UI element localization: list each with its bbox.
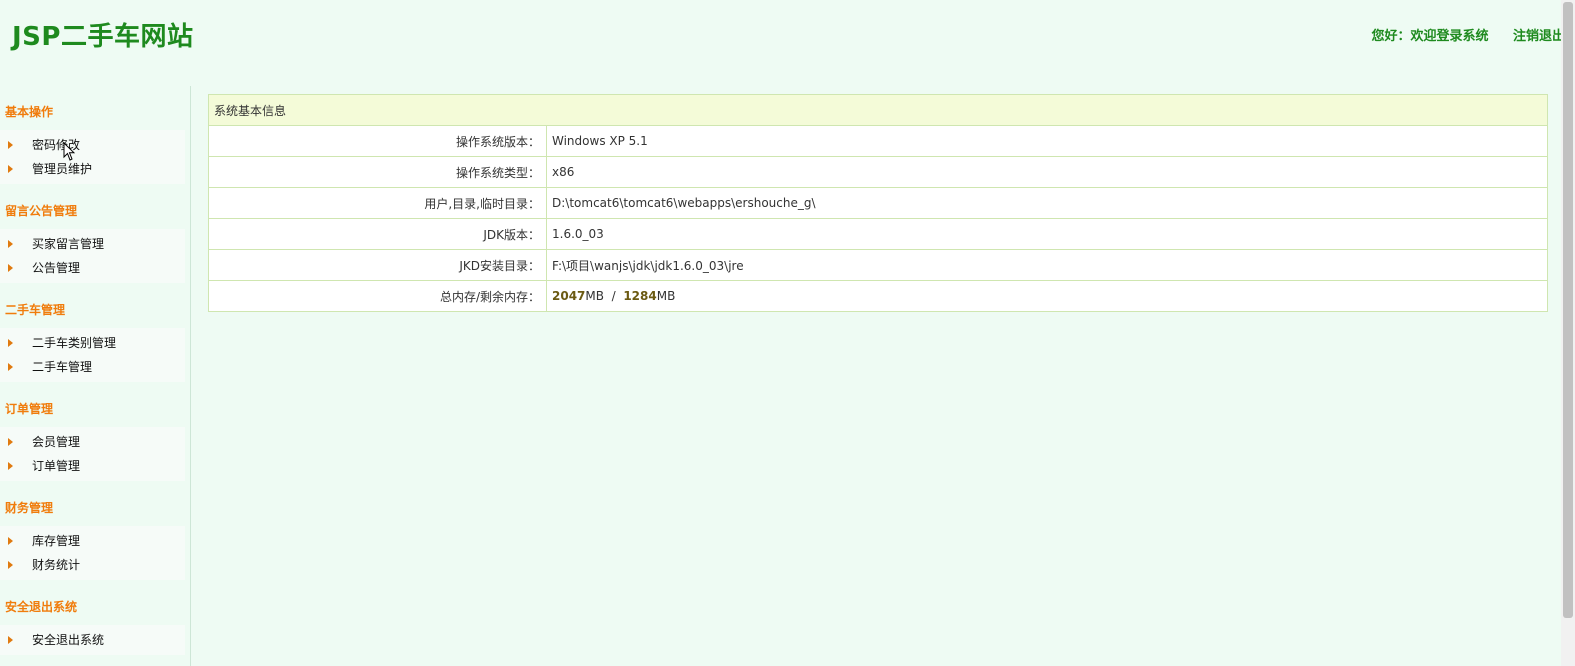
arrow-right-icon [8,561,13,569]
table-row-memory: 总内存/剩余内存： 2047MB / 1284MB [208,280,1548,312]
sidebar: 基本操作 密码修改 管理员维护 留言公告管理 买家留言管理 公告管理 二手车管理… [0,86,191,666]
site-title: JSP二手车网站 [12,22,194,52]
row-key: 操作系统类型： [208,156,547,188]
arrow-right-icon [8,438,13,446]
row-key: JKD安装目录： [208,249,547,281]
sidebar-item-members[interactable]: 会员管理 [0,430,185,454]
row-value: Windows XP 5.1 [546,125,1548,157]
header-user-area: 您好：欢迎登录系统 注销退出 [1371,25,1565,44]
main-content: 系统基本信息 操作系统版本： Windows XP 5.1 操作系统类型： x8… [208,94,1548,312]
table-caption: 系统基本信息 [208,94,1548,126]
section-title-orders: 订单管理 [5,402,54,416]
row-key: JDK版本： [208,218,547,250]
free-memory: 1284 [623,289,657,303]
table-row: JDK版本： 1.6.0_03 [208,218,1548,250]
arrow-right-icon [8,537,13,545]
menu-group-orders: 会员管理 订单管理 [0,427,185,481]
total-memory-unit: MB [585,289,604,303]
row-value: F:\项目\wanjs\jdk\jdk1.6.0_03\jre [546,249,1548,281]
arrow-right-icon [8,165,13,173]
free-memory-unit: MB [656,289,676,303]
header: JSP二手车网站 您好：欢迎登录系统 注销退出 [0,0,1575,80]
system-info-table: 系统基本信息 操作系统版本： Windows XP 5.1 操作系统类型： x8… [208,94,1548,312]
arrow-right-icon [8,141,13,149]
section-title-basic: 基本操作 [5,105,54,119]
table-row: 操作系统类型： x86 [208,156,1548,188]
menu-group-cars: 二手车类别管理 二手车管理 [0,328,185,382]
greeting-text: 您好：欢迎登录系统 [1371,29,1489,44]
section-title-finance: 财务管理 [5,501,54,515]
table-row: 用户,目录,临时目录： D:\tomcat6\tomcat6\webapps\e… [208,187,1548,219]
sidebar-item-buyer-messages[interactable]: 买家留言管理 [0,232,185,256]
mouse-pointer-icon [63,142,75,161]
logout-link[interactable]: 注销退出 [1513,29,1565,44]
menu-group-messages: 买家留言管理 公告管理 [0,229,185,283]
section-title-cars: 二手车管理 [5,303,66,317]
sidebar-item-car-categories[interactable]: 二手车类别管理 [0,331,185,355]
sidebar-item-orders[interactable]: 订单管理 [0,454,185,478]
menu-group-finance: 库存管理 财务统计 [0,526,185,580]
table-row: 操作系统版本： Windows XP 5.1 [208,125,1548,157]
row-key: 总内存/剩余内存： [208,280,547,312]
arrow-right-icon [8,264,13,272]
arrow-right-icon [8,462,13,470]
arrow-right-icon [8,339,13,347]
arrow-right-icon [8,636,13,644]
sidebar-item-finance-stats[interactable]: 财务统计 [0,553,185,577]
table-row: JKD安装目录： F:\项目\wanjs\jdk\jdk1.6.0_03\jre [208,249,1548,281]
row-key: 用户,目录,临时目录： [208,187,547,219]
memory-separator: / [604,289,624,303]
arrow-right-icon [8,363,13,371]
sidebar-item-car-management[interactable]: 二手车管理 [0,355,185,379]
total-memory: 2047 [552,289,586,303]
section-title-messages: 留言公告管理 [5,204,78,218]
scrollbar-thumb[interactable] [1563,2,1573,618]
sidebar-item-admin-maintenance[interactable]: 管理员维护 [0,157,185,181]
row-key: 操作系统版本： [208,125,547,157]
arrow-right-icon [8,240,13,248]
section-title-exit: 安全退出系统 [5,600,78,614]
table-caption-row: 系统基本信息 [208,94,1548,126]
row-value: x86 [546,156,1548,188]
memory-value: 2047MB / 1284MB [546,280,1548,312]
sidebar-item-inventory[interactable]: 库存管理 [0,529,185,553]
menu-group-basic: 密码修改 管理员维护 [0,130,185,184]
sidebar-item-change-password[interactable]: 密码修改 [0,133,185,157]
row-value: D:\tomcat6\tomcat6\webapps\ershouche_g\ [546,187,1548,219]
row-value: 1.6.0_03 [546,218,1548,250]
vertical-scrollbar[interactable] [1561,0,1575,666]
sidebar-item-safe-exit[interactable]: 安全退出系统 [0,628,185,652]
menu-group-exit: 安全退出系统 [0,625,185,655]
sidebar-item-announcements[interactable]: 公告管理 [0,256,185,280]
